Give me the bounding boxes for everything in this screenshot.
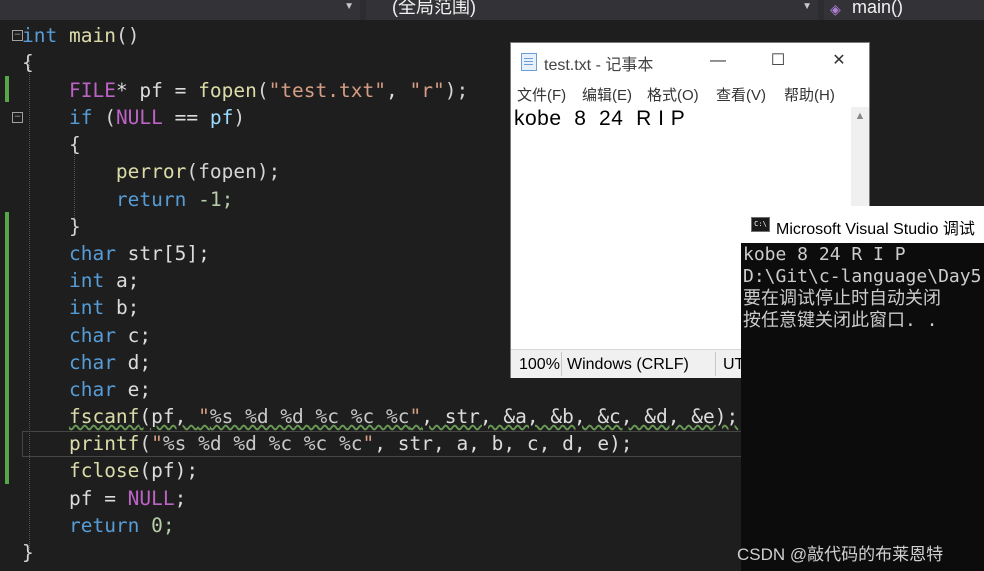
code-line-20: } bbox=[22, 541, 34, 564]
code-line-19: return 0; bbox=[68, 514, 175, 537]
function-dropdown[interactable]: ◈ main() bbox=[824, 0, 984, 20]
change-marker bbox=[5, 76, 9, 102]
code-line-9: char str[5]; bbox=[68, 242, 210, 265]
menu-file[interactable]: 文件(F) bbox=[517, 84, 566, 105]
console-title: Microsoft Visual Studio 调试 bbox=[776, 221, 975, 238]
code-line-15: fscanf(pf, "%s %d %d %c %c %c", str, &a,… bbox=[68, 405, 739, 428]
watermark: CSDN @敲代码的布莱恩特 bbox=[737, 545, 944, 564]
console-output-line: 要在调试停止时自动关闭 bbox=[743, 288, 941, 309]
code-line-2: { bbox=[22, 51, 34, 74]
project-dropdown[interactable]: ▼ bbox=[0, 0, 360, 20]
console-output-line: 按任意键关闭此窗口. . bbox=[743, 310, 938, 331]
notepad-title-bar[interactable]: test.txt - 记事本 — ☐ ✕ bbox=[511, 43, 869, 79]
menu-help[interactable]: 帮助(H) bbox=[784, 84, 835, 105]
console-title-bar[interactable]: C:\ Microsoft Visual Studio 调试 bbox=[741, 206, 984, 243]
debug-console-window[interactable]: C:\ Microsoft Visual Studio 调试 kobe 8 24… bbox=[741, 206, 984, 571]
code-line-12: char c; bbox=[68, 324, 152, 347]
chevron-down-icon: ▼ bbox=[344, 1, 354, 12]
menu-view[interactable]: 查看(V) bbox=[716, 84, 766, 105]
code-line-6: perror(fopen); bbox=[115, 160, 281, 183]
minimize-button[interactable]: — bbox=[688, 43, 748, 79]
code-line-18: pf = NULL; bbox=[68, 487, 187, 510]
close-button[interactable]: ✕ bbox=[809, 43, 869, 79]
code-line-3: FILE* pf = fopen("test.txt", "r"); bbox=[68, 79, 469, 102]
maximize-button[interactable]: ☐ bbox=[748, 43, 808, 79]
menu-edit[interactable]: 编辑(E) bbox=[582, 84, 632, 105]
menu-format[interactable]: 格式(O) bbox=[647, 84, 699, 105]
code-line-5: { bbox=[68, 133, 81, 156]
chevron-down-icon: ▼ bbox=[802, 1, 812, 12]
notepad-icon bbox=[521, 53, 537, 71]
code-line-16: printf("%s %d %d %c %c %c", str, a, b, c… bbox=[68, 432, 633, 455]
scroll-up-icon[interactable]: ▲ bbox=[851, 107, 869, 125]
console-output-line: D:\Git\c-language\Day5 bbox=[743, 266, 982, 287]
notepad-text-area[interactable]: kobe 8 24 R I P bbox=[514, 107, 685, 131]
zoom-level: 100% bbox=[519, 356, 560, 373]
line-ending: Windows (CRLF) bbox=[567, 356, 689, 373]
code-line-8: } bbox=[68, 215, 81, 238]
code-line-17: fclose(pf); bbox=[68, 459, 199, 482]
code-line-7: return -1; bbox=[115, 188, 234, 211]
scope-dropdown[interactable]: (全局范围) ▼ bbox=[366, 0, 818, 20]
code-line-10: int a; bbox=[68, 269, 140, 292]
code-line-1: int main() bbox=[22, 24, 140, 47]
code-line-13: char d; bbox=[68, 351, 152, 374]
method-cube-icon: ◈ bbox=[830, 1, 841, 17]
navigation-bar: ▼ (全局范围) ▼ ◈ main() bbox=[0, 0, 984, 20]
scope-label: (全局范围) bbox=[392, 0, 476, 17]
function-label: main() bbox=[852, 0, 904, 17]
status-divider bbox=[715, 352, 716, 376]
code-line-14: char e; bbox=[68, 378, 152, 401]
status-divider bbox=[561, 352, 562, 376]
notepad-title: test.txt - 记事本 bbox=[544, 57, 654, 74]
console-output-line: kobe 8 24 R I P bbox=[743, 244, 906, 265]
change-marker bbox=[5, 212, 9, 484]
code-line-11: int b; bbox=[68, 296, 140, 319]
code-line-4: if (NULL == pf) bbox=[68, 106, 246, 129]
console-icon: C:\ bbox=[751, 217, 770, 232]
notepad-menu-bar: 文件(F) 编辑(E) 格式(O) 查看(V) 帮助(H) bbox=[511, 79, 869, 107]
